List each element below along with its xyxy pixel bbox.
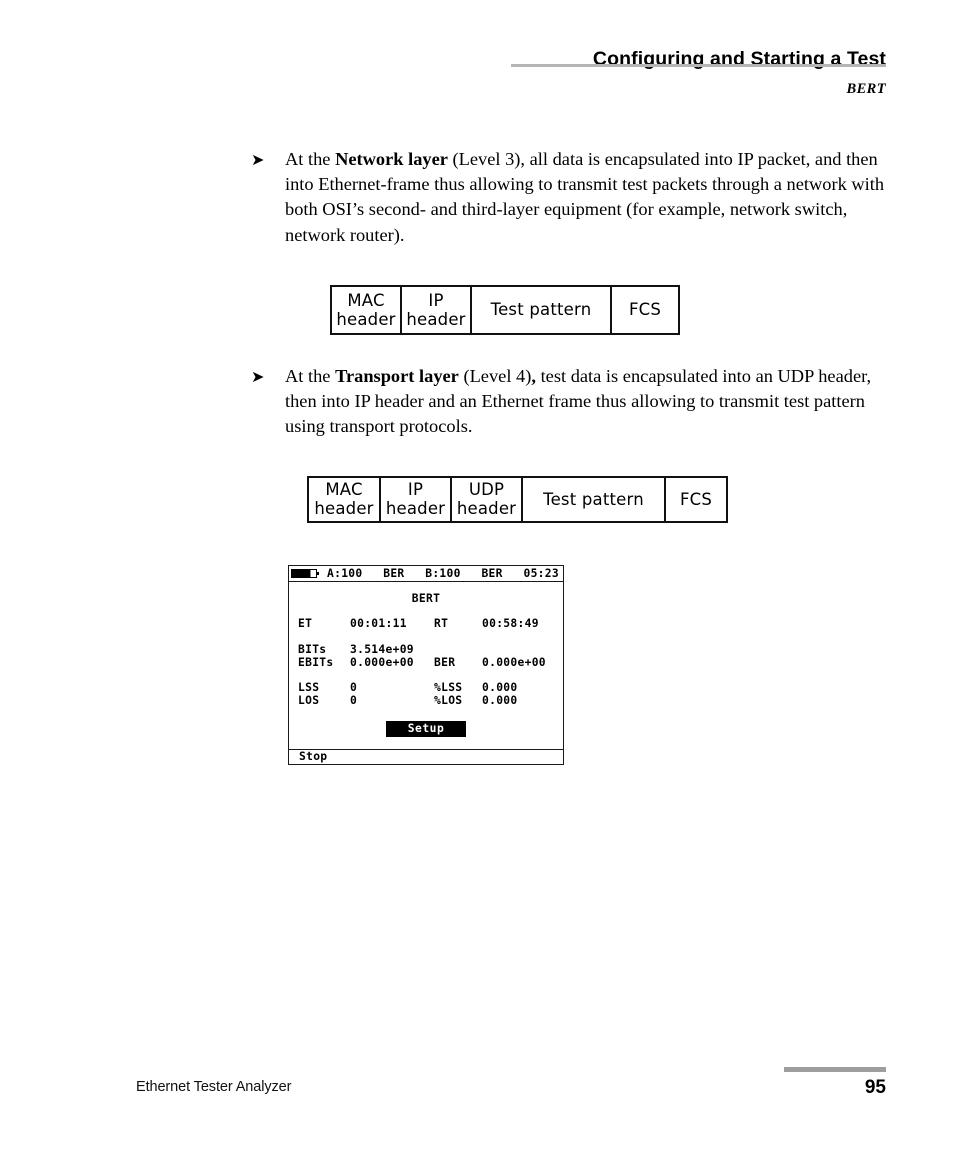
lcd-value-rt: 00:58:49 bbox=[482, 617, 539, 631]
page-footer: Ethernet Tester Analyzer 95 bbox=[0, 1064, 954, 1104]
paragraph-text-transport-layer: At the Transport layer (Level 4), test d… bbox=[285, 364, 899, 440]
lcd-label-lss: LSS bbox=[298, 681, 320, 695]
battery-full-icon bbox=[291, 569, 319, 578]
lcd-value-lss: 0 bbox=[350, 681, 358, 695]
frame-cell-line2: header bbox=[314, 499, 374, 518]
frame-cell-mac-header: MAC header bbox=[332, 287, 402, 333]
paragraph-text-network-layer: At the Network layer (Level 3), all data… bbox=[285, 147, 899, 248]
lcd-row-elapsed-time: ET 00:01:11 RT 00:58:49 bbox=[298, 617, 554, 631]
frame-cell-test-pattern: Test pattern bbox=[472, 287, 612, 333]
frame-cell-fcs: FCS bbox=[612, 287, 678, 333]
setup-button[interactable]: Setup bbox=[385, 720, 467, 738]
stop-soft-key[interactable]: Stop bbox=[299, 751, 327, 763]
lcd-label-los: LOS bbox=[298, 694, 320, 708]
lcd-soft-key-bar: Stop bbox=[288, 750, 564, 765]
bullet-paragraph-network-layer: ➤ At the Network layer (Level 3), all da… bbox=[251, 147, 899, 248]
lcd-label-pct-los: %LOS bbox=[434, 694, 463, 708]
paragraph-lead: At the bbox=[285, 366, 336, 386]
paragraph-lead: At the bbox=[285, 149, 336, 169]
frame-cell-line2: header bbox=[385, 499, 446, 518]
lcd-status-clock: 05:23 bbox=[523, 566, 559, 580]
lcd-status-port-b: B:100 bbox=[425, 566, 461, 580]
lcd-row-spacer bbox=[298, 632, 554, 644]
frame-cell-ip-header: IP header bbox=[402, 287, 472, 333]
frame-cell-ip-header: IP header bbox=[381, 478, 452, 521]
lcd-value-los: 0 bbox=[350, 694, 358, 708]
bullet-arrow-icon: ➤ bbox=[251, 152, 265, 169]
lcd-label-rt: RT bbox=[434, 617, 449, 631]
device-lcd-screenshot: A:100 BER B:100 BER 05:23 BERT ET 00:01:… bbox=[288, 565, 564, 765]
frame-cell-line1: FCS bbox=[679, 489, 713, 509]
lcd-value-pct-lss: 0.000 bbox=[482, 681, 518, 695]
frame-diagram-transport-layer: MAC header IP header UDP header Test pat… bbox=[307, 476, 728, 523]
footer-page-number: 95 bbox=[864, 1077, 886, 1098]
lcd-label-ebits: EBITs bbox=[298, 655, 334, 669]
lcd-status-mode-a: BER bbox=[383, 566, 405, 580]
lcd-screen-title: BERT bbox=[411, 592, 441, 605]
lcd-status-port-a: A:100 bbox=[327, 566, 363, 580]
lcd-label-bits-extra bbox=[434, 644, 482, 655]
lcd-status-bar: A:100 BER B:100 BER 05:23 bbox=[289, 566, 563, 582]
paragraph-emphasis: Network layer bbox=[335, 149, 448, 169]
lcd-measurement-table: ET 00:01:11 RT 00:58:49 BITs 3.514e+09 E… bbox=[289, 617, 563, 708]
frame-cell-line1: IP bbox=[428, 290, 444, 310]
frame-cell-test-pattern: Test pattern bbox=[523, 478, 666, 521]
lcd-status-mode-b: BER bbox=[481, 566, 503, 580]
lcd-label-pct-lss: %LSS bbox=[434, 681, 463, 695]
frame-cell-line2: header bbox=[456, 499, 517, 518]
bullet-arrow-icon: ➤ bbox=[251, 369, 265, 386]
frame-cell-line1: Test pattern bbox=[490, 300, 592, 319]
frame-cell-line1: MAC bbox=[347, 290, 385, 310]
lcd-row-bits: BITs 3.514e+09 bbox=[298, 642, 554, 656]
lcd-value-bits: 3.514e+09 bbox=[350, 642, 414, 656]
footer-divider bbox=[784, 1067, 886, 1072]
lcd-value-pct-los: 0.000 bbox=[482, 694, 518, 708]
lcd-label-ber: BER bbox=[434, 655, 456, 669]
lcd-value-ber: 0.000e+00 bbox=[482, 655, 546, 669]
lcd-row-ebits: EBITs 0.000e+00 BER 0.000e+00 bbox=[298, 655, 554, 669]
header-divider bbox=[511, 64, 886, 67]
lcd-row-los: LOS 0 %LOS 0.000 bbox=[298, 694, 554, 708]
frame-diagram-network-layer: MAC header IP header Test pattern FCS bbox=[330, 285, 680, 335]
frame-cell-line1: MAC bbox=[325, 480, 363, 499]
frame-cell-line1: Test pattern bbox=[543, 489, 644, 509]
lcd-status-items: A:100 BER B:100 BER 05:23 bbox=[321, 566, 560, 580]
paragraph-mid: (Level 4) bbox=[458, 366, 532, 386]
footer-document-name: Ethernet Tester Analyzer bbox=[136, 1079, 292, 1095]
frame-cell-udp-header: UDP header bbox=[452, 478, 523, 521]
frame-cell-mac-header: MAC header bbox=[309, 478, 381, 521]
frame-cell-line2: header bbox=[406, 309, 466, 329]
frame-cell-line2: header bbox=[336, 309, 396, 329]
lcd-setup-button-row: Setup bbox=[289, 720, 563, 738]
bullet-paragraph-transport-layer: ➤ At the Transport layer (Level 4), test… bbox=[251, 364, 899, 440]
page-header: Configuring and Starting a Test BERT bbox=[0, 48, 954, 98]
lcd-value-ebits: 0.000e+00 bbox=[350, 655, 414, 669]
lcd-label-bits: BITs bbox=[298, 642, 327, 656]
frame-cell-line1: UDP bbox=[468, 480, 505, 499]
page-section-label: BERT bbox=[846, 81, 886, 97]
lcd-screen: A:100 BER B:100 BER 05:23 BERT ET 00:01:… bbox=[288, 565, 564, 750]
frame-cell-line1: IP bbox=[407, 480, 424, 499]
page-title: Configuring and Starting a Test bbox=[592, 48, 886, 70]
lcd-row-lss: LSS 0 %LSS 0.000 bbox=[298, 681, 554, 695]
lcd-label-et: ET bbox=[298, 617, 313, 631]
frame-cell-fcs: FCS bbox=[666, 478, 726, 521]
frame-cell-line1: FCS bbox=[628, 300, 662, 319]
lcd-value-et: 00:01:11 bbox=[350, 617, 407, 631]
paragraph-emphasis: Transport layer bbox=[335, 366, 459, 386]
